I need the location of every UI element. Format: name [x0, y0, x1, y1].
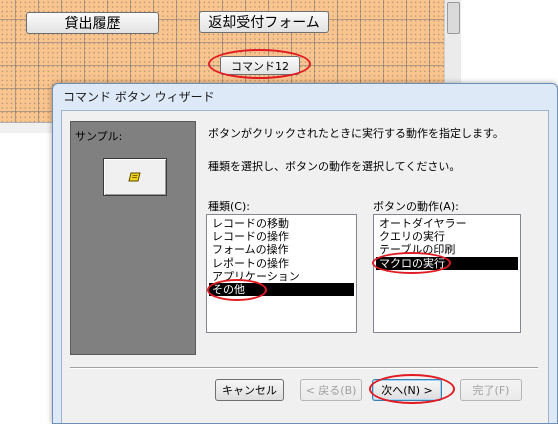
instruction-text-1: ボタンがクリックされたときに実行する動作を指定します。: [208, 127, 504, 140]
command-button-wizard-dialog: コマンド ボタン ウィザード サンプル: ボタンがクリックされたときに実行する動…: [52, 83, 558, 424]
dialog-title: コマンド ボタン ウィザード: [63, 90, 215, 104]
action-item[interactable]: テーブルの印刷: [376, 243, 518, 256]
action-item[interactable]: クエリの実行: [376, 230, 518, 243]
back-button[interactable]: < 戻る(B): [300, 379, 362, 401]
action-listbox[interactable]: オートダイヤラー クエリの実行 テーブルの印刷 マクロの実行: [373, 214, 521, 333]
macro-scroll-icon: [128, 172, 141, 182]
category-label: 種類(C):: [208, 200, 250, 213]
next-button[interactable]: 次へ(N) >: [372, 379, 442, 401]
category-item[interactable]: アプリケーション: [209, 270, 354, 283]
finish-button[interactable]: 完了(F): [460, 379, 522, 401]
action-label: ボタンの動作(A):: [373, 200, 459, 213]
category-item[interactable]: フォームの操作: [209, 243, 354, 256]
category-item[interactable]: レコードの移動: [209, 217, 354, 230]
dialog-client-area: サンプル: ボタンがクリックされたときに実行する動作を指定します。 種類を選択し…: [61, 110, 549, 423]
scrollbar-thumb[interactable]: [447, 2, 460, 34]
dialog-separator: [70, 367, 538, 369]
command-button[interactable]: コマンド12: [220, 56, 300, 75]
sample-panel: サンプル:: [70, 121, 196, 355]
sample-label: サンプル:: [75, 130, 123, 143]
category-item-selected[interactable]: その他: [209, 282, 354, 297]
history-button[interactable]: 貸出履歴: [26, 12, 159, 34]
cancel-button[interactable]: キャンセル: [215, 379, 284, 401]
category-item[interactable]: レポートの操作: [209, 257, 354, 270]
sample-button-preview: [103, 158, 167, 196]
action-item[interactable]: オートダイヤラー: [376, 217, 518, 230]
category-item[interactable]: レコードの操作: [209, 230, 354, 243]
category-listbox[interactable]: レコードの移動 レコードの操作 フォームの操作 レポートの操作 アプリケーション…: [206, 214, 357, 333]
return-form-button[interactable]: 返却受付フォーム: [199, 11, 329, 33]
instruction-text-2: 種類を選択し、ボタンの動作を選択してください。: [208, 160, 461, 173]
action-item-selected[interactable]: マクロの実行: [376, 256, 518, 270]
